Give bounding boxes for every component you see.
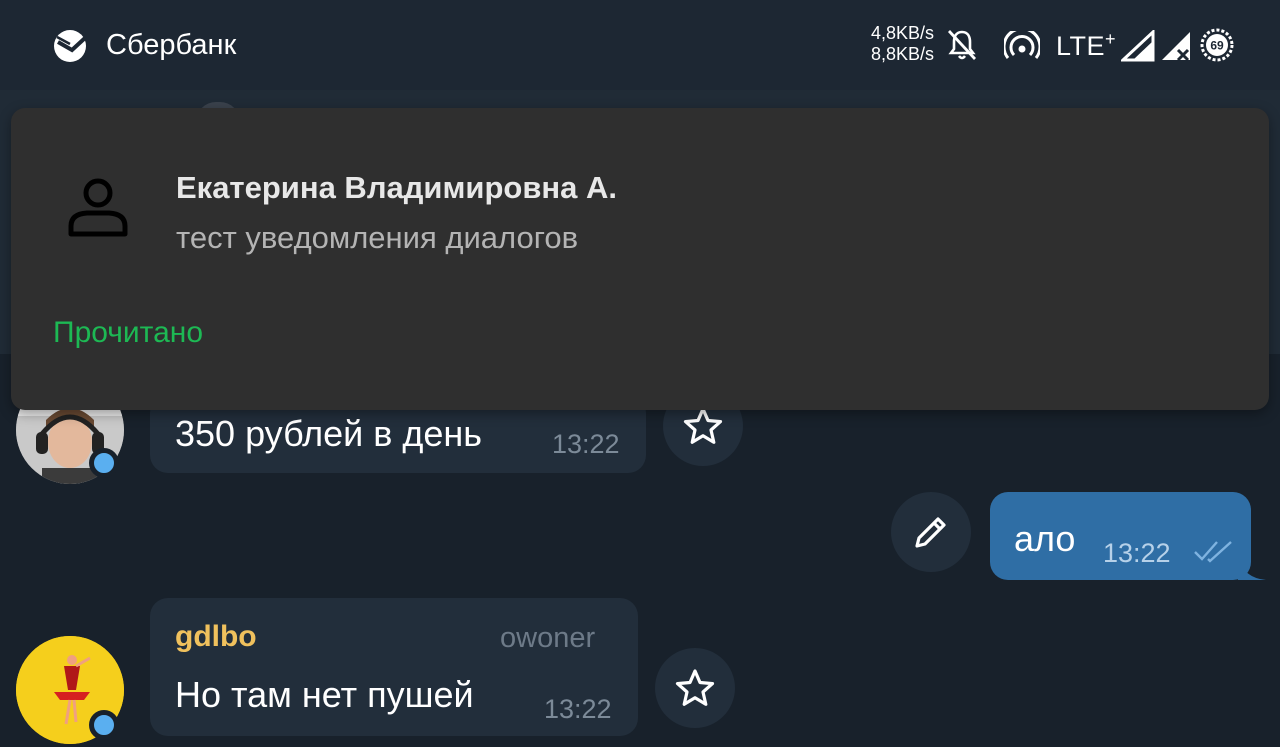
network-speed: 4,8KB/s 8,8KB/s xyxy=(858,23,934,65)
bubble-tail xyxy=(1238,558,1266,580)
pencil-icon xyxy=(915,517,946,548)
download-speed: 8,8KB/s xyxy=(870,44,934,64)
sender-role: owoner xyxy=(500,622,596,654)
message-time: 13:22 xyxy=(544,694,612,724)
person-icon xyxy=(68,178,128,237)
star-icon xyxy=(683,407,723,444)
network-label: LTE xyxy=(1056,31,1106,61)
message-text: Но там нет пушей xyxy=(175,674,474,715)
favorite-button[interactable] xyxy=(655,648,735,728)
message-text: 350 рублей в день xyxy=(175,413,483,454)
notification-text: тест уведомления диалогов xyxy=(176,220,579,255)
message-bubble-incoming[interactable]: gdlbo owoner Но там нет пушей 13:22 xyxy=(150,598,638,736)
network-suffix: + xyxy=(1105,29,1117,49)
online-indicator xyxy=(89,710,119,740)
notification-app-name: Сбербанк xyxy=(106,29,237,61)
online-indicator xyxy=(89,448,119,478)
mark-read-button[interactable]: Прочитано xyxy=(53,316,203,350)
message-text: ало xyxy=(1014,518,1076,559)
notification-sender: Екатерина Владимировна А. xyxy=(176,170,617,205)
message-time: 13:22 xyxy=(1103,538,1171,568)
hotspot-icon xyxy=(1004,31,1040,59)
status-bar: Сбербанк 4,8KB/s 8,8KB/s LTE+ 69 xyxy=(0,0,1280,90)
battery-icon: 69 xyxy=(1200,28,1234,62)
upload-speed: 4,8KB/s xyxy=(870,23,934,43)
message-bubble-outgoing[interactable]: ало 13:22 xyxy=(990,492,1251,580)
star-icon xyxy=(675,669,715,706)
sberbank-logo-icon xyxy=(54,30,87,62)
telegram-chat-screen: Сбербанк 4,8KB/s 8,8KB/s LTE+ 69 350 руб… xyxy=(0,0,1280,747)
message-notification[interactable]: Екатерина Владимировна А. тест уведомлен… xyxy=(11,108,1269,410)
sender-name[interactable]: gdlbo xyxy=(175,620,257,654)
double-check-icon xyxy=(1194,541,1232,563)
signal-no-data-icon xyxy=(1162,32,1190,62)
signal-icon xyxy=(1121,30,1155,62)
battery-level: 69 xyxy=(1210,39,1224,53)
message-time: 13:22 xyxy=(552,429,620,459)
network-type: LTE+ xyxy=(1056,29,1116,62)
bell-off-icon xyxy=(947,30,977,60)
edit-button[interactable] xyxy=(891,492,971,572)
